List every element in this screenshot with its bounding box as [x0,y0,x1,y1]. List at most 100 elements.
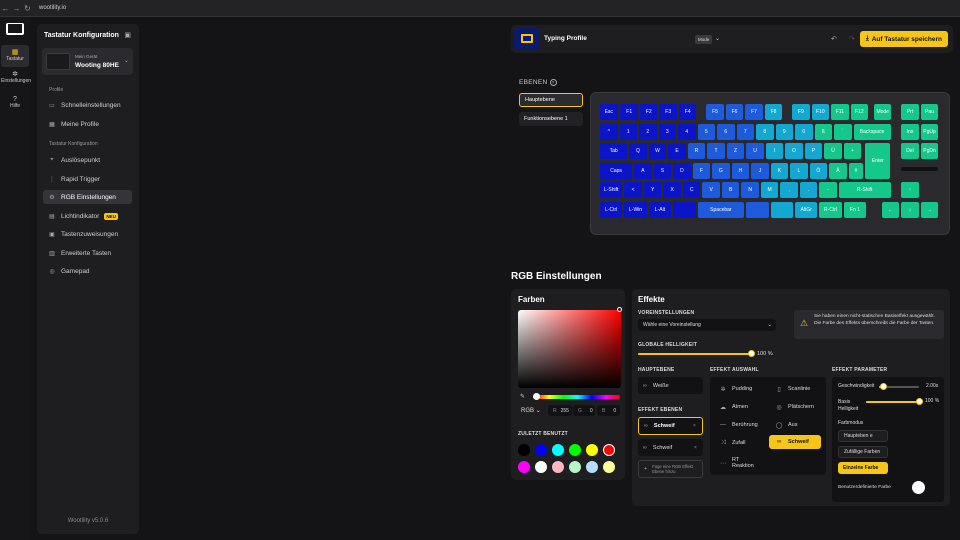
rail-item-settings[interactable]: ✲ Einstellungen [1,70,31,90]
key-blank[interactable] [746,201,769,218]
key-7[interactable]: 7 [736,123,754,140]
key-ü[interactable]: Ü [824,143,842,159]
chevron-down-icon[interactable]: ⌄ [715,35,720,42]
key-f3[interactable]: F3 [659,104,677,120]
rail-item-keyboard[interactable]: ▦ Tastatur [1,45,29,67]
sidebar-item-indicator[interactable]: ▤ Lichtindikator NEU [43,209,132,223]
address-bar[interactable]: wootility.io [39,5,66,11]
key-mode[interactable]: Mode [873,104,892,120]
profile-name[interactable]: Typing Profile [544,35,587,42]
key-ins[interactable]: Ins [901,123,919,140]
key-blank[interactable] [673,201,696,218]
key-o[interactable]: O [785,143,803,159]
key-c[interactable]: C [682,182,701,198]
layer-main[interactable]: Hauptebene [519,93,583,107]
recent-color-swatch[interactable] [535,461,547,473]
key-f6[interactable]: F6 [725,104,744,120]
speed-slider[interactable] [879,383,919,390]
key-y[interactable]: Y [643,182,662,198]
key-x[interactable]: X [663,182,681,198]
key-f10[interactable]: F10 [811,104,830,120]
rail-item-help[interactable]: ? Hilfe [1,96,29,116]
reload-icon[interactable]: ↻ [22,4,33,13]
hue-slider[interactable] [535,395,620,399]
help-icon[interactable]: ? [549,79,557,86]
key--[interactable]: ↓ [901,201,919,218]
key-f8[interactable]: F8 [764,104,783,120]
key-f11[interactable]: F11 [831,104,849,120]
key-r[interactable]: R [687,143,706,159]
key-3[interactable]: 3 [658,123,676,140]
key-k[interactable]: K [770,162,789,179]
presets-select[interactable]: Wähle eine Voreinstellung ⌄ [638,319,776,331]
key-backspace[interactable]: Backspace [853,123,891,140]
key-l-alt[interactable]: L-Alt [648,201,672,218]
key-2[interactable]: 2 [639,123,657,140]
effect-layer-2[interactable]: ∞ Schweif × [638,439,703,456]
effect-pudding[interactable]: ✲ Pudding [718,383,752,395]
key-r-shift[interactable]: R-Shift [838,182,891,198]
color-picker-area[interactable] [518,310,621,388]
recent-color-swatch[interactable] [569,444,581,456]
effect-random[interactable]: ⤨ Zufall [718,437,746,449]
key-9[interactable]: 9 [775,123,793,140]
sidebar-item-advanced-keys[interactable]: ▥ Erweiterte Tasten [43,246,132,260]
recent-color-swatch[interactable] [535,444,547,456]
undo-icon[interactable]: ↶ [831,35,837,43]
key-6[interactable]: 6 [717,123,735,140]
eyedropper-icon[interactable]: ✎ [520,393,525,400]
key-r-ctrl[interactable]: R-Ctrl [819,201,842,218]
sidebar-item-my-profiles[interactable]: ▦ Meine Profile [43,117,132,131]
key-f5[interactable]: F5 [706,104,724,120]
g-input[interactable]: G0 [573,405,595,416]
key-e[interactable]: E [668,143,686,159]
b-input[interactable]: B0 [597,405,620,416]
basis-brightness-knob[interactable] [915,398,923,405]
key-spacebar[interactable]: Spacebar [697,201,745,218]
key-n[interactable]: N [741,182,759,198]
recent-color-swatch[interactable] [552,444,564,456]
key-w[interactable]: W [648,143,667,159]
key-blank[interactable] [770,201,793,218]
colormode-main-layer[interactable]: Haupteben e [838,430,888,442]
close-icon[interactable]: × [693,423,696,429]
key-f4[interactable]: F4 [678,104,697,120]
forward-icon[interactable]: → [11,4,22,13]
add-effect-layer-button[interactable]: + Füge eine RGB Effekt Ebene hinzu [638,460,703,478]
collapse-sidebar-icon[interactable]: ▣ [124,31,131,39]
recent-color-swatch[interactable] [603,444,615,456]
recent-color-swatch[interactable] [518,444,530,456]
key-f2[interactable]: F2 [639,104,658,120]
key-8[interactable]: 8 [756,123,774,140]
key-0[interactable]: 0 [795,123,813,140]
main-layer-effect[interactable]: ∞ Weiße [638,377,703,394]
global-brightness-slider[interactable] [638,350,755,357]
effect-touch[interactable]: ― Berührung [718,419,758,431]
key-q[interactable]: Q [629,143,647,159]
key--[interactable]: → [920,201,939,218]
key--[interactable]: ´ [834,123,852,140]
key-l-win[interactable]: L-Win [624,201,647,218]
key-d[interactable]: D [673,162,691,179]
recent-color-swatch[interactable] [518,461,530,473]
key-m[interactable]: M [760,182,779,198]
key-del[interactable]: Del [901,143,919,159]
key-f7[interactable]: F7 [745,104,763,120]
key-f9[interactable]: F9 [792,104,810,120]
key-esc[interactable]: Esc [600,104,618,120]
key-f[interactable]: F [692,162,711,179]
key--[interactable]: - [819,182,837,198]
global-brightness-knob[interactable] [747,350,755,357]
color-mode-select[interactable]: RGB ⌄ [521,407,541,414]
color-picker-handle[interactable] [617,307,622,312]
key-z[interactable]: Z [726,143,745,159]
key--[interactable]: ↑ [901,182,919,198]
key--[interactable]: < [624,182,642,198]
key-l[interactable]: L [790,162,808,179]
sidebar-item-rgb[interactable]: ⚙ RGB Einstellungen [43,190,132,204]
key-v[interactable]: V [702,182,720,198]
save-to-keyboard-button[interactable]: ⤓ Auf Tastatur speichern [859,31,948,47]
key-h[interactable]: H [731,162,750,179]
close-icon[interactable]: × [694,445,697,451]
key-pau[interactable]: Pau [920,104,939,120]
